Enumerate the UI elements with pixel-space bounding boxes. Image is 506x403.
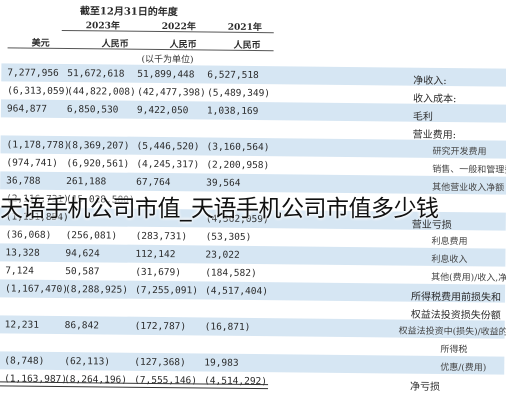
statement-rows: 7,277,956 51,672,618 51,899,448 6,527,518 净收… xyxy=(0,0,506,393)
table-cell: (36,068) xyxy=(5,229,52,241)
table-cell: 964,877 xyxy=(6,103,48,115)
table-cell: (8,748) xyxy=(4,355,45,367)
table-cell: 9,422,050 xyxy=(136,104,189,117)
table-cell: (1,167,470) xyxy=(4,283,69,296)
table-cell: (16,871) xyxy=(204,321,251,333)
table-cell: (172,787) xyxy=(134,320,187,333)
table-cell: (6,313,059) xyxy=(7,85,71,98)
table-cell: (5,446,520) xyxy=(136,140,200,153)
watermark-overlay: 天语手机公司市值_天语手机公司市值多少钱 xyxy=(0,196,439,222)
table-cell: 19,983 xyxy=(204,357,239,369)
table-cell: (31,679) xyxy=(135,266,182,279)
table-cell: (256,081) xyxy=(65,230,118,242)
table-cell: 1,038,169 xyxy=(206,105,259,118)
table-cell: (283,731) xyxy=(135,230,188,243)
table-cell: (4,245,317) xyxy=(136,158,200,171)
table-cell: (5,489,349) xyxy=(207,87,271,100)
table-cell: (62,113) xyxy=(64,356,111,368)
table-cell: (974,741) xyxy=(6,157,58,169)
table-cell: 6,527,518 xyxy=(207,69,259,82)
table-cell: 86,842 xyxy=(64,320,100,332)
table-cell: 261,188 xyxy=(66,176,107,188)
table-cell: 36,788 xyxy=(6,175,41,187)
row-label: 毛利 xyxy=(412,111,433,123)
table-cell: 12,231 xyxy=(4,319,40,331)
row-label: 所得税 xyxy=(440,344,468,356)
table-cell: (42,477,398) xyxy=(137,86,206,99)
row-label: 销售、一般和管理费用 xyxy=(432,164,506,176)
table-cell: (1,178,778) xyxy=(6,139,70,152)
table-cell: (44,822,008) xyxy=(67,86,136,98)
table-cell: (3,160,564) xyxy=(206,141,270,154)
table-cell: 39,564 xyxy=(206,177,241,189)
table-cell: (4,517,404) xyxy=(204,285,269,298)
table-cell: (2,200,958) xyxy=(206,159,270,172)
table-cell: 51,899,448 xyxy=(137,68,195,81)
table-cell: 51,672,618 xyxy=(67,68,125,80)
table-cell: 67,764 xyxy=(136,176,171,189)
row-label: 利息收入 xyxy=(431,254,468,266)
table-cell: (53,305) xyxy=(205,231,252,243)
table-cell: 7,124 xyxy=(5,265,34,277)
table-cell: (6,920,561) xyxy=(66,158,130,170)
row-label: 利息费用 xyxy=(431,236,468,248)
header-date: 截至12月31日的年度 xyxy=(79,6,178,19)
table-cell: (8,288,925) xyxy=(64,284,129,296)
table-cell: (127,368) xyxy=(134,356,186,369)
table-cell: (8,369,207) xyxy=(66,140,130,152)
table-cell: 112,142 xyxy=(135,248,176,261)
table-cell: 6,850,530 xyxy=(66,104,119,116)
row-label: 净亏损 xyxy=(409,381,441,393)
row-label: 其他(费用)/收入,净额 xyxy=(431,272,506,284)
table-cell: (184,582) xyxy=(205,267,257,280)
table-cell: 23,022 xyxy=(205,249,240,261)
table-cell: 13,328 xyxy=(5,247,40,259)
table-cell: 7,277,956 xyxy=(7,67,59,79)
table-cell: 50,587 xyxy=(65,266,100,278)
unit-note: (以千为单位) xyxy=(141,54,194,66)
row-label: 净收入: xyxy=(413,75,447,88)
row-label: 研究开发费用 xyxy=(432,146,487,158)
table-cell: (7,255,091) xyxy=(134,284,199,297)
table-cell: 94,624 xyxy=(65,248,100,260)
row-label: 优惠/(费用) xyxy=(440,362,487,374)
row-label: 权益法投资中(损失)/收益的份额 xyxy=(398,326,506,338)
